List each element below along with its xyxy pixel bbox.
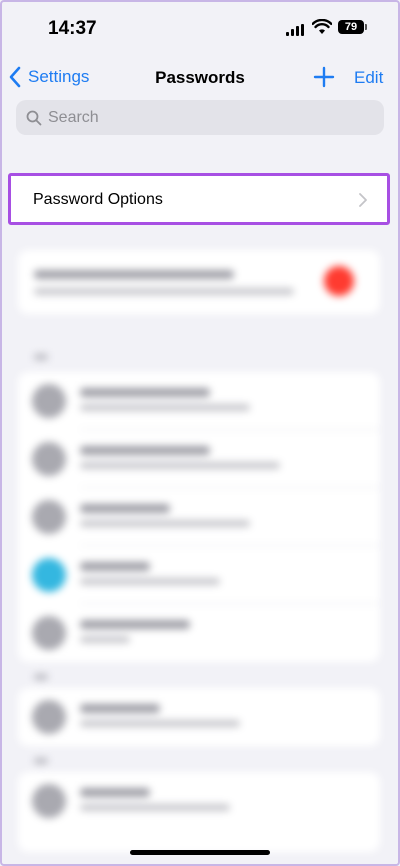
blurred-password-list <box>0 240 400 866</box>
list-item[interactable] <box>18 488 380 546</box>
search-input[interactable]: Search <box>16 100 384 135</box>
password-list-group <box>18 372 380 662</box>
chevron-right-icon <box>359 193 367 207</box>
password-list-group <box>18 772 380 852</box>
password-list-group <box>18 688 380 746</box>
nav-bar: Settings Passwords Edit <box>0 58 400 98</box>
wifi-icon <box>312 19 332 34</box>
password-options-label: Password Options <box>33 191 163 208</box>
list-item[interactable] <box>18 688 380 746</box>
alert-badge <box>324 266 354 296</box>
plus-icon[interactable] <box>313 66 335 88</box>
signal-icon <box>286 24 306 36</box>
status-bar: 14:37 79 <box>0 0 400 54</box>
search-placeholder: Search <box>48 108 99 126</box>
search-icon <box>26 110 42 125</box>
battery-icon: 79 <box>338 20 367 34</box>
home-indicator <box>130 850 270 855</box>
status-time: 14:37 <box>48 18 97 39</box>
security-recommendations-card <box>18 250 380 314</box>
password-options-row[interactable]: Password Options <box>8 173 390 225</box>
list-item[interactable] <box>18 546 380 604</box>
list-item[interactable] <box>18 372 380 430</box>
list-item[interactable] <box>18 772 380 830</box>
page-title: Passwords <box>155 68 245 87</box>
list-item[interactable] <box>18 604 380 662</box>
edit-button[interactable]: Edit <box>354 68 383 88</box>
list-item[interactable] <box>18 430 380 488</box>
